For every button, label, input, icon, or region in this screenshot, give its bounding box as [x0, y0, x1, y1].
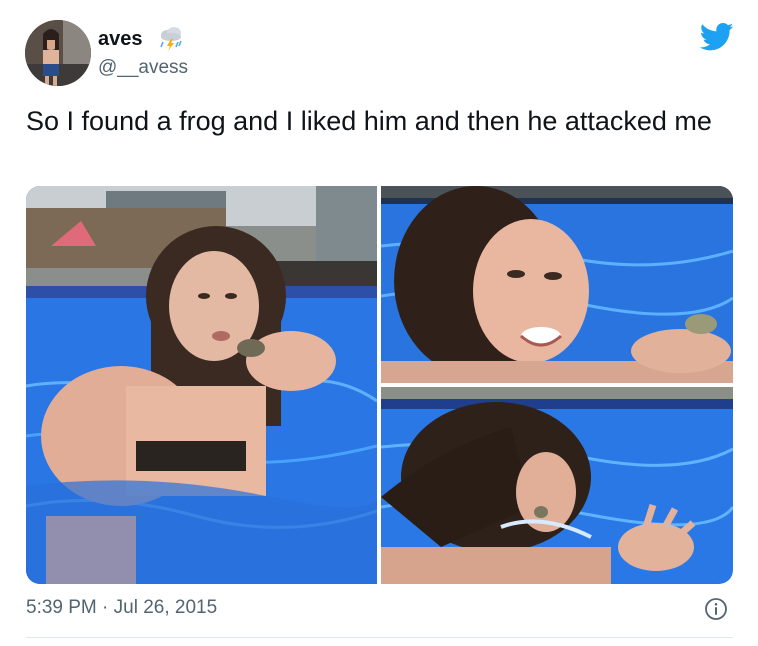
author-handle[interactable]: @__avess — [98, 57, 188, 79]
tweet-text: So I found a frog and I liked him and th… — [26, 106, 712, 136]
photo-girl-holding-frog[interactable] — [26, 186, 377, 584]
tweet-timestamp[interactable]: 5:39 PM · Jul 26, 2015 — [26, 597, 217, 619]
avatar[interactable] — [25, 20, 91, 86]
photo-girl-smiling-at-frog[interactable] — [381, 186, 733, 383]
cloud-with-lightning-and-rain-icon — [160, 27, 182, 51]
photo-frog-attack[interactable] — [381, 387, 733, 584]
divider — [26, 637, 733, 638]
media-grid — [26, 186, 733, 584]
twitter-bird-icon[interactable] — [700, 22, 734, 52]
author-name[interactable]: aves — [98, 28, 143, 51]
tweet-card: aves @__avess So I found a frog and I li… — [0, 0, 758, 646]
info-icon[interactable] — [704, 597, 728, 621]
avatar-image — [25, 20, 91, 86]
